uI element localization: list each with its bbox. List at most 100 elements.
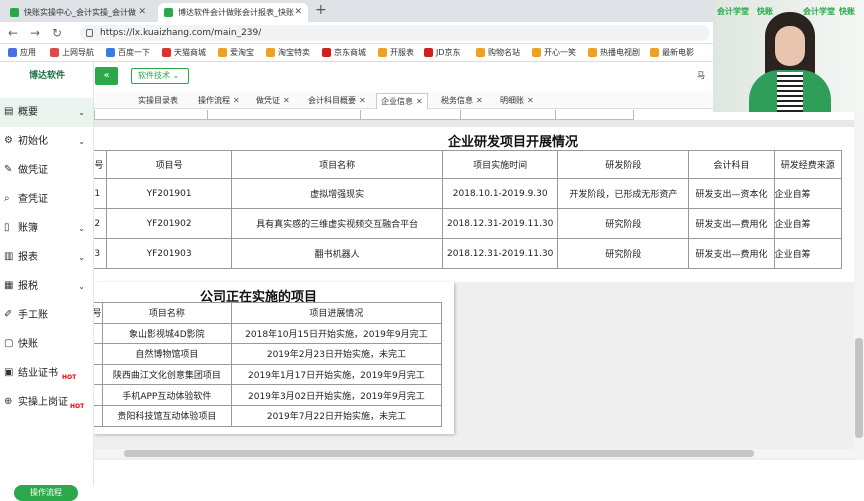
- chevron-down-icon: ⌄: [78, 224, 85, 233]
- close-icon[interactable]: ✕: [359, 96, 366, 105]
- logo-text: 会计学堂: [717, 7, 749, 16]
- webcam-overlay: 会计学堂 快账 会计学堂 快账: [713, 0, 864, 112]
- horizontal-scrollbar[interactable]: [94, 449, 854, 458]
- column-header: 序号: [94, 150, 107, 179]
- tab-tax-info[interactable]: 税务信息 ✕: [437, 93, 487, 109]
- tech-select[interactable]: 软件技术 ⌄: [131, 68, 189, 84]
- bookmark-item[interactable]: JD京东: [424, 47, 461, 58]
- logo-text: 快账: [839, 7, 855, 16]
- sidebar-item-tax[interactable]: ▦ 报税 ⌄: [0, 272, 93, 301]
- vertical-scroll-thumb[interactable]: [855, 338, 863, 438]
- bookmark-item[interactable]: 天猫商城: [162, 47, 206, 58]
- url-input[interactable]: https://lx.kuaizhang.com/main_239/: [80, 25, 710, 41]
- tab-catalog[interactable]: 实操目录表: [134, 93, 182, 109]
- collapse-sidebar-icon[interactable]: «: [95, 67, 118, 85]
- tab-company-info[interactable]: 企业信息 ✕: [376, 93, 428, 109]
- bookmark-icon: [378, 48, 387, 57]
- logo-text: 快账: [757, 7, 773, 16]
- vertical-scrollbar[interactable]: [854, 110, 864, 460]
- certificate-icon: ▣: [4, 367, 14, 378]
- reload-icon[interactable]: ↻: [52, 26, 62, 40]
- bookmark-item[interactable]: 百度一下: [106, 47, 150, 58]
- table-row: 03 YF201903 翻书机器人 2018.12.31-2019.11.30 …: [94, 238, 843, 269]
- presenter-face: [775, 26, 805, 66]
- column-header: 项目名称: [231, 150, 443, 179]
- close-icon[interactable]: ✕: [233, 96, 240, 105]
- overview-icon: ▤: [4, 106, 14, 117]
- sidebar-item-reports[interactable]: ▥ 报表 ⌄: [0, 243, 93, 272]
- rd-table-title: 企业研发项目开展情况: [448, 135, 579, 150]
- table-row: 贵阳科技馆互动体验项目 2019年7月22日开始实施，未完工: [94, 404, 443, 427]
- section-divider: [94, 120, 854, 127]
- sidebar-item-overview[interactable]: ▤ 概要 ⌄: [0, 98, 93, 127]
- lock-icon: [86, 29, 93, 37]
- close-icon[interactable]: ✕: [416, 97, 423, 106]
- column-header: 项目实施时间: [441, 150, 559, 179]
- bookmark-item[interactable]: 购物名站: [476, 47, 520, 58]
- bookmark-item[interactable]: 开心一笑: [532, 47, 576, 58]
- bookmark-item[interactable]: 热播电视剧: [588, 47, 640, 58]
- app-sidebar: 博达软件 ▤ 概要 ⌄ ⚙ 初始化 ⌄ ✎ 做凭证 ⌕ 查凭证 ▯ 账簿 ⌄ ▥ 报表 ⌄ ▦ 报税 ⌄…: [0, 62, 94, 501]
- close-icon[interactable]: ✕: [527, 96, 534, 105]
- column-header: 项目名称: [101, 302, 232, 324]
- new-tab-button[interactable]: +: [315, 2, 327, 18]
- sidebar-item-job-cert[interactable]: ⊕ 实操上岗证 HOT: [0, 388, 93, 417]
- pen-icon: ✎: [4, 164, 13, 175]
- sidebar-item-ledger[interactable]: ▯ 账簿 ⌄: [0, 214, 93, 243]
- bookmark-icon: [424, 48, 433, 57]
- operation-flow-button[interactable]: 操作流程: [14, 485, 78, 501]
- bookmark-icon: [218, 48, 227, 57]
- browser-tab-1[interactable]: 快账实操中心_会计实操_会计做 ✕: [4, 3, 152, 22]
- horizontal-scroll-thumb[interactable]: [124, 450, 754, 457]
- site-favicon-icon: [164, 8, 173, 17]
- bookmark-item[interactable]: 上网导航: [50, 47, 94, 58]
- bookmark-icon: [50, 48, 59, 57]
- bookmark-item[interactable]: 京东商城: [322, 47, 366, 58]
- column-header: 项目进展情况: [230, 302, 443, 324]
- tab-detail-ledger[interactable]: 明细账 ✕: [496, 93, 538, 109]
- bookmark-item[interactable]: 爱淘宝: [218, 47, 254, 58]
- bookmark-icon: [650, 48, 659, 57]
- back-icon[interactable]: ←: [8, 26, 18, 40]
- tab-account-summary[interactable]: 会计科目概要 ✕: [304, 93, 370, 109]
- chevron-down-icon: ⌄: [172, 71, 180, 80]
- browser-tab-2[interactable]: 博达软件会计做账会计报表_快账 ✕: [158, 3, 308, 22]
- table-row: 陕西曲江文化创意集团项目 2019年1月17日开始实施，2019年9月完工: [94, 363, 443, 386]
- bookmark-item[interactable]: 开服表: [378, 47, 414, 58]
- sidebar-item-certificate[interactable]: ▣ 结业证书 HOT: [0, 359, 93, 388]
- tab-make-voucher[interactable]: 做凭证 ✕: [252, 93, 294, 109]
- close-icon[interactable]: ✕: [283, 96, 290, 105]
- current-projects-table: 序号 项目名称 项目进展情况 象山影视城4D影院2018年10月15日开始实施，…: [94, 302, 443, 427]
- forward-icon[interactable]: →: [30, 26, 40, 40]
- bookmark-apps[interactable]: 应用: [8, 47, 36, 58]
- browser-tab-label: 博达软件会计做账会计报表_快账: [178, 8, 294, 17]
- bookmark-icon: [476, 48, 485, 57]
- current-projects-panel: 公司正在实施的项目 序号 项目名称 项目进展情况 象山影视城4D影院2018年1…: [94, 282, 454, 434]
- search-icon: ⌕: [4, 193, 10, 204]
- sidebar-item-manual-ledger[interactable]: ✐ 手工账: [0, 301, 93, 330]
- chevron-down-icon: ⌄: [78, 108, 85, 117]
- chevron-down-icon: ⌄: [78, 282, 85, 291]
- chevron-down-icon: ⌄: [78, 137, 85, 146]
- table-header-row: 序号 项目号 项目名称 项目实施时间 研发阶段 会计科目 研发经费来源: [94, 150, 843, 179]
- tab-op-flow[interactable]: 操作流程 ✕: [194, 93, 244, 109]
- sidebar-item-make-voucher[interactable]: ✎ 做凭证: [0, 156, 93, 185]
- table-row: 象山影视城4D影院 2018年10月15日开始实施，2019年9月完工: [94, 322, 443, 345]
- quick-ledger-icon: ▢: [4, 338, 14, 349]
- bookmark-icon: [322, 48, 331, 57]
- tax-icon: ▦: [4, 280, 14, 291]
- close-icon[interactable]: ✕: [476, 96, 483, 105]
- site-favicon-icon: [10, 8, 19, 17]
- sidebar-item-quick-ledger[interactable]: ▢ 快账: [0, 330, 93, 359]
- sidebar-item-query-voucher[interactable]: ⌕ 查凭证: [0, 185, 93, 214]
- report-icon: ▥: [4, 251, 14, 262]
- bookmark-item[interactable]: 最新电影: [650, 47, 694, 58]
- close-tab-icon[interactable]: ✕: [294, 3, 302, 22]
- column-header: 序号: [94, 302, 103, 324]
- table-row: 01 YF201901 虚拟增强现实 2018.10.1-2019.9.30 开…: [94, 178, 843, 209]
- gear-icon: ⚙: [4, 135, 13, 146]
- close-tab-icon[interactable]: ✕: [138, 3, 146, 22]
- bookmark-item[interactable]: 淘宝特卖: [266, 47, 310, 58]
- badge-icon: ⊕: [4, 396, 13, 407]
- sidebar-item-init[interactable]: ⚙ 初始化 ⌄: [0, 127, 93, 156]
